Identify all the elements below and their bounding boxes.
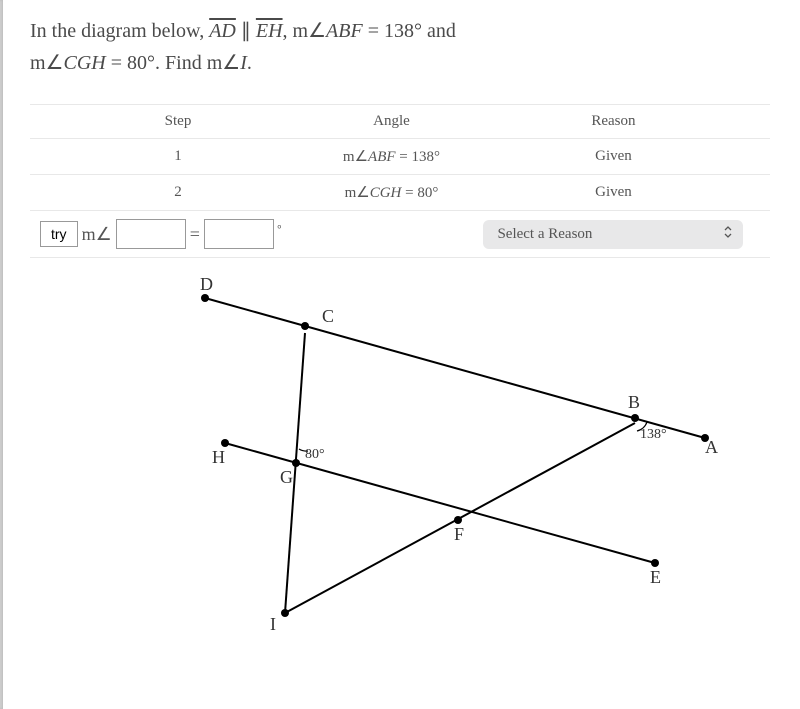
col-angle: Angle	[326, 105, 457, 139]
angle-g-label: 80°	[305, 447, 325, 462]
point-f-label: F	[454, 524, 464, 544]
point-d-label: D	[200, 278, 213, 294]
point-h-label: H	[212, 447, 225, 467]
point-a-label: A	[705, 437, 718, 457]
col-reason: Reason	[457, 105, 770, 139]
degree-label: ∘	[276, 220, 283, 233]
chevron-updown-icon	[723, 225, 733, 243]
m-angle-label: m∠	[82, 224, 112, 245]
angle-value-input[interactable]	[204, 219, 274, 249]
point-e-label: E	[650, 567, 661, 587]
problem-statement: In the diagram below, AD ∥ EH, m∠ABF = 1…	[30, 15, 770, 79]
angle-name-input[interactable]	[116, 219, 186, 249]
table-row: 1 m∠ABF = 138° Given	[30, 139, 770, 175]
steps-table: Step Angle Reason 1 m∠ABF = 138° Given 2…	[30, 104, 770, 258]
table-row: 2 m∠CGH = 80° Given	[30, 175, 770, 211]
point-i-label: I	[270, 614, 276, 634]
geometry-diagram: D C B A H G F E I 80° 138°	[80, 278, 720, 638]
angle-b-label: 138°	[640, 427, 667, 442]
reason-select[interactable]: Select a Reason	[483, 220, 743, 249]
point-g-label: G	[280, 467, 293, 487]
try-button[interactable]: try	[40, 221, 78, 247]
col-step: Step	[30, 105, 326, 139]
point-b-label: B	[628, 392, 640, 412]
try-row: try m∠ = ∘ Select a Reason	[30, 211, 770, 258]
equals-label: =	[190, 224, 200, 245]
point-c-label: C	[322, 306, 334, 326]
reason-placeholder: Select a Reason	[497, 226, 592, 242]
